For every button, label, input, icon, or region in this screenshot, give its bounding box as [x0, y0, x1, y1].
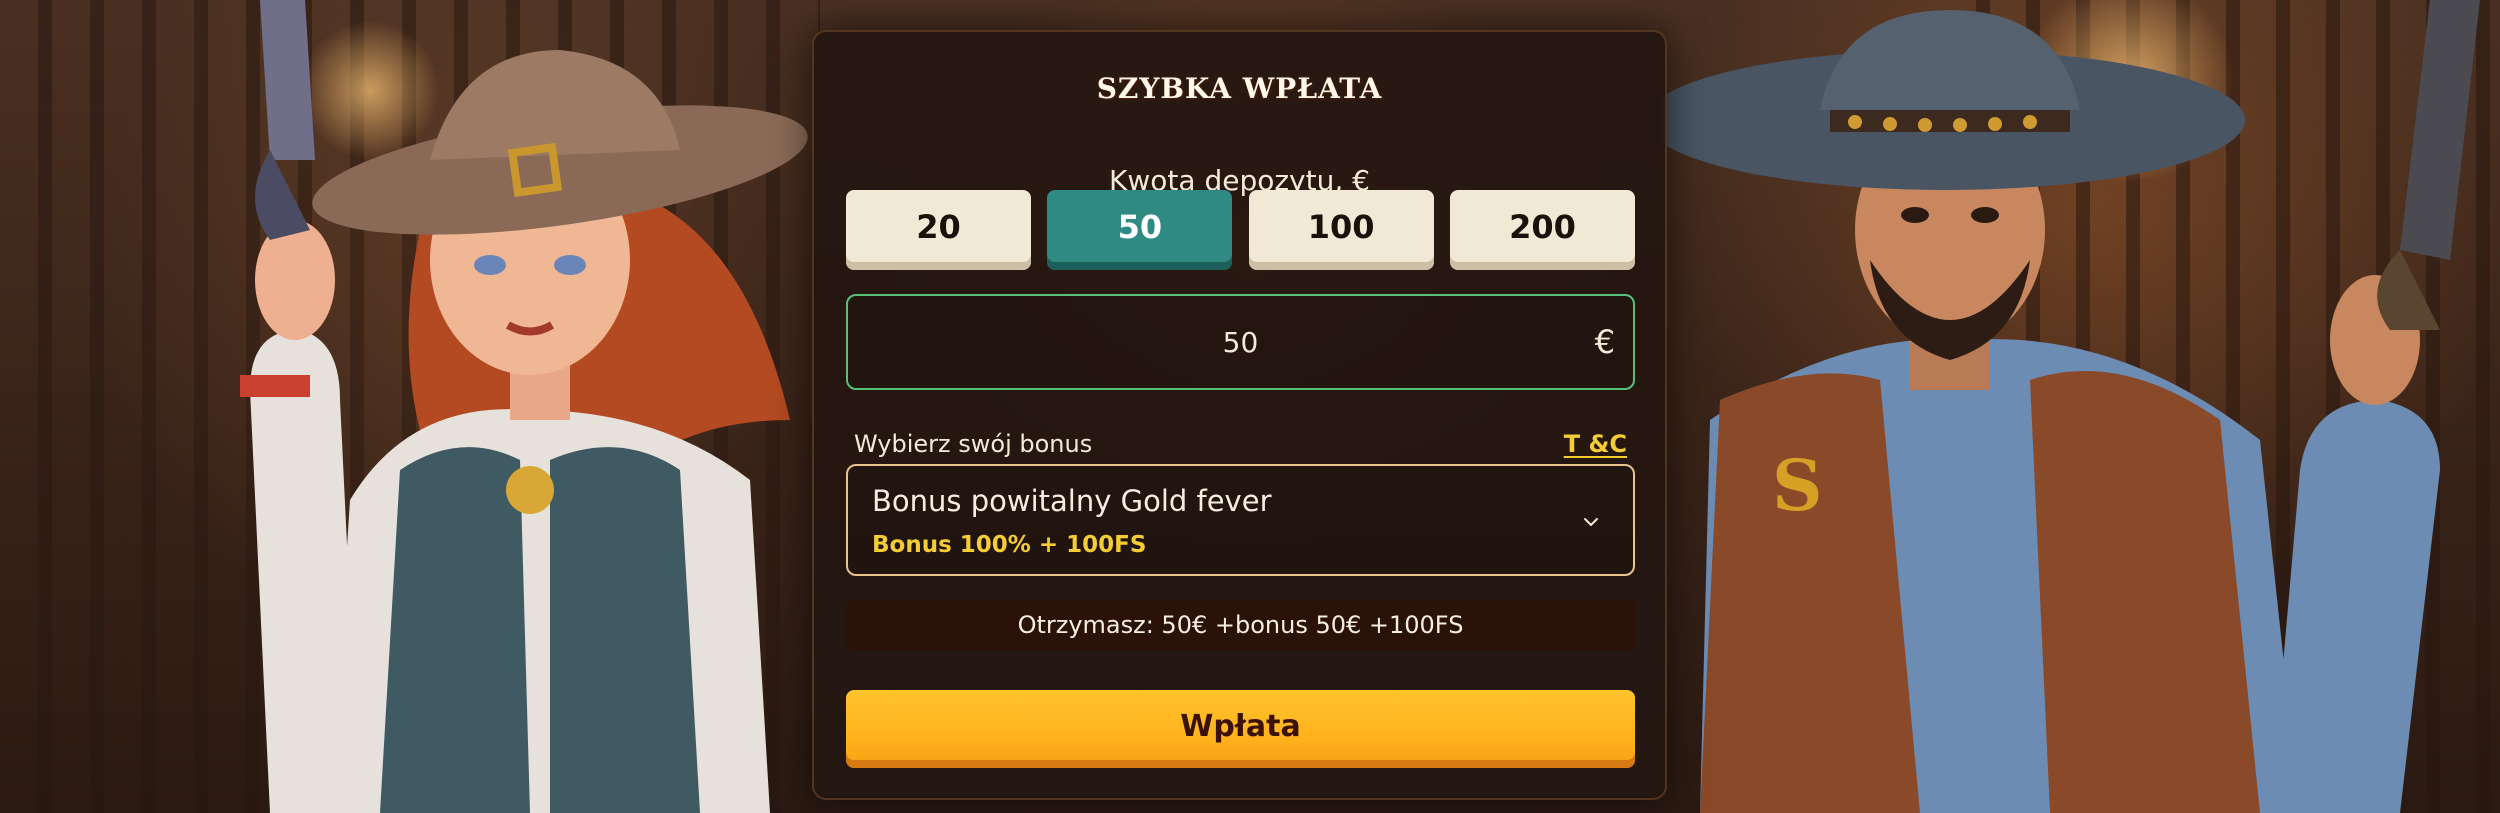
deposit-amount-value: 50: [1222, 325, 1259, 359]
amount-button-100[interactable]: 100: [1248, 190, 1434, 270]
currency-symbol: €: [1594, 323, 1615, 361]
choose-bonus-label: Wybierz swój bonus: [854, 430, 1093, 458]
amount-preset-group: 20 50 100 200: [846, 190, 1635, 270]
deposit-submit-button[interactable]: Wpłata: [846, 690, 1635, 768]
cowboy-illustration: S: [1660, 0, 2480, 813]
bonus-header-row: Wybierz swój bonus T &C: [854, 430, 1627, 458]
quick-deposit-panel: SZYBKA WPŁATA Kwota depozytu, € 20 50 10…: [812, 30, 1667, 800]
bonus-name: Bonus powitalny Gold fever: [872, 484, 1272, 518]
receive-summary: Otrzymasz: 50€ +bonus 50€ +100FS: [846, 600, 1635, 650]
chevron-down-icon: [1584, 518, 1598, 526]
bonus-offer-text: Bonus 100% + 100FS: [872, 532, 1147, 558]
bonus-select-dropdown[interactable]: Bonus powitalny Gold fever Bonus 100% + …: [846, 464, 1635, 576]
panel-title: SZYBKA WPŁATA: [1096, 72, 1383, 105]
amount-button-50[interactable]: 50: [1047, 190, 1233, 270]
deposit-amount-input[interactable]: 50 €: [846, 294, 1635, 390]
amount-button-20[interactable]: 20: [846, 190, 1031, 270]
amount-button-200[interactable]: 200: [1449, 190, 1635, 270]
cowgirl-illustration: [240, 0, 808, 813]
svg-text:S: S: [1772, 444, 1823, 527]
terms-conditions-link[interactable]: T &C: [1564, 430, 1627, 458]
